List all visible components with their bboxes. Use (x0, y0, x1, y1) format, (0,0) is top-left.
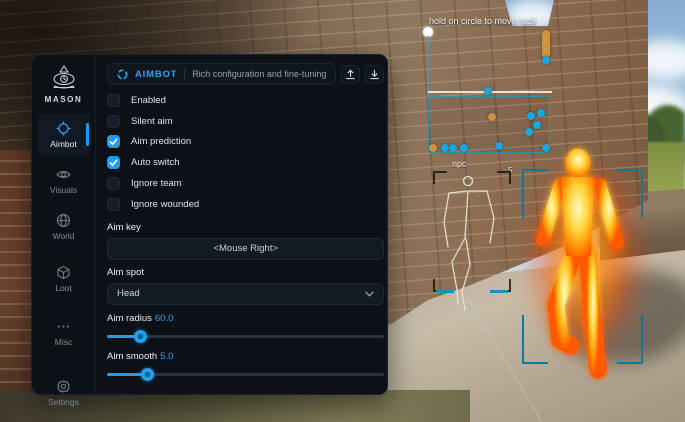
aim-smooth-slider[interactable] (107, 368, 384, 381)
active-indicator (86, 123, 89, 146)
aim-smooth-label: Aim smooth5.0 (107, 351, 384, 362)
checkbox-box[interactable] (107, 156, 120, 169)
toggle-list: Enabled Silent aim Aim prediction Auto s… (107, 90, 384, 215)
sidebar-item-world[interactable]: World (37, 206, 91, 247)
checkbox-label: Ignore wounded (131, 199, 199, 210)
crosshair-icon (56, 121, 71, 136)
checkbox-box[interactable] (107, 94, 120, 107)
sidebar-item-loot[interactable]: Loot (37, 258, 91, 299)
export-config-button[interactable] (341, 65, 360, 84)
download-icon (369, 69, 380, 80)
screenshot-root: hold on circle to move radii npc 5 (0, 0, 685, 422)
chart-top-line (428, 91, 552, 93)
ellipsis-icon (56, 319, 71, 334)
checkbox-box[interactable] (107, 115, 120, 128)
panel-subtitle: Rich configuration and fine-tuning (192, 69, 326, 79)
checkbox-silent-aim[interactable]: Silent aim (107, 111, 384, 132)
slider-track[interactable] (107, 335, 384, 338)
checkbox-label: Silent aim (131, 116, 173, 127)
panel-header: AIMBOT Rich configuration and fine-tunin… (107, 63, 336, 85)
globe-icon (56, 213, 71, 228)
gear-icon (56, 379, 71, 394)
slider-handle[interactable] (134, 330, 147, 343)
sidebar-item-visuals[interactable]: Visuals (37, 160, 91, 201)
aim-spot-select[interactable]: Head (107, 283, 384, 305)
cheat-menu-window: MASON Aimbot Visuals World (31, 54, 388, 395)
checkbox-box[interactable] (107, 177, 120, 190)
sidebar-item-label: Settings (48, 397, 79, 407)
checkbox-aim-prediction[interactable]: Aim prediction (107, 132, 384, 153)
checkbox-label: Aim prediction (131, 136, 191, 147)
sidebar-item-label: Visuals (50, 185, 77, 195)
checkbox-enabled[interactable]: Enabled (107, 90, 384, 111)
radii-hint-text: hold on circle to move radii (429, 16, 536, 26)
radii-orange-marker[interactable] (542, 30, 550, 58)
sidebar-item-misc[interactable]: Misc (37, 312, 91, 353)
checkbox-label: Auto switch (131, 157, 180, 168)
checkbox-ignore-team[interactable]: Ignore team (107, 173, 384, 194)
sidebar-item-aimbot[interactable]: Aimbot (37, 114, 91, 155)
aim-smooth-value: 5.0 (160, 351, 173, 362)
sidebar-item-settings[interactable]: Settings (37, 372, 91, 413)
checkbox-box[interactable] (107, 135, 120, 148)
brand-name: MASON (45, 95, 83, 104)
aim-spot-value: Head (117, 288, 140, 299)
check-icon (109, 158, 118, 167)
divider (184, 69, 185, 80)
radii-vertical-line (427, 36, 429, 96)
aim-key-label: Aim key (107, 222, 384, 233)
aimbot-panel: AIMBOT Rich configuration and fine-tunin… (96, 55, 395, 394)
aim-key-button[interactable]: <Mouse Right> (107, 238, 384, 260)
sidebar-item-label: Aimbot (50, 139, 76, 149)
checkbox-label: Enabled (131, 95, 166, 106)
brand: MASON (45, 65, 83, 104)
slider-handle[interactable] (141, 368, 154, 381)
aim-spot-label: Aim spot (107, 267, 384, 278)
panel-title: AIMBOT (135, 69, 177, 80)
checkbox-label: Ignore team (131, 178, 182, 189)
check-icon (109, 137, 118, 146)
aim-radius-label: Aim radius60.0 (107, 313, 384, 324)
cube-icon (56, 265, 71, 280)
aim-radius-value: 60.0 (155, 313, 174, 324)
upload-icon (345, 69, 356, 80)
aim-radius-slider[interactable] (107, 330, 384, 343)
sidebar-item-label: World (52, 231, 74, 241)
eye-icon (56, 167, 71, 182)
import-config-button[interactable] (365, 65, 384, 84)
checkbox-auto-switch[interactable]: Auto switch (107, 152, 384, 173)
sidebar-item-label: Loot (55, 283, 72, 293)
player-esp-bracket (522, 169, 643, 364)
spinner-icon (117, 69, 128, 80)
checkbox-box[interactable] (107, 198, 120, 211)
mason-eye-logo (47, 65, 81, 92)
sidebar-item-label: Misc (55, 337, 72, 347)
checkbox-ignore-wounded[interactable]: Ignore wounded (107, 194, 384, 215)
sidebar: MASON Aimbot Visuals World (32, 55, 96, 394)
chevron-down-icon (365, 291, 374, 297)
